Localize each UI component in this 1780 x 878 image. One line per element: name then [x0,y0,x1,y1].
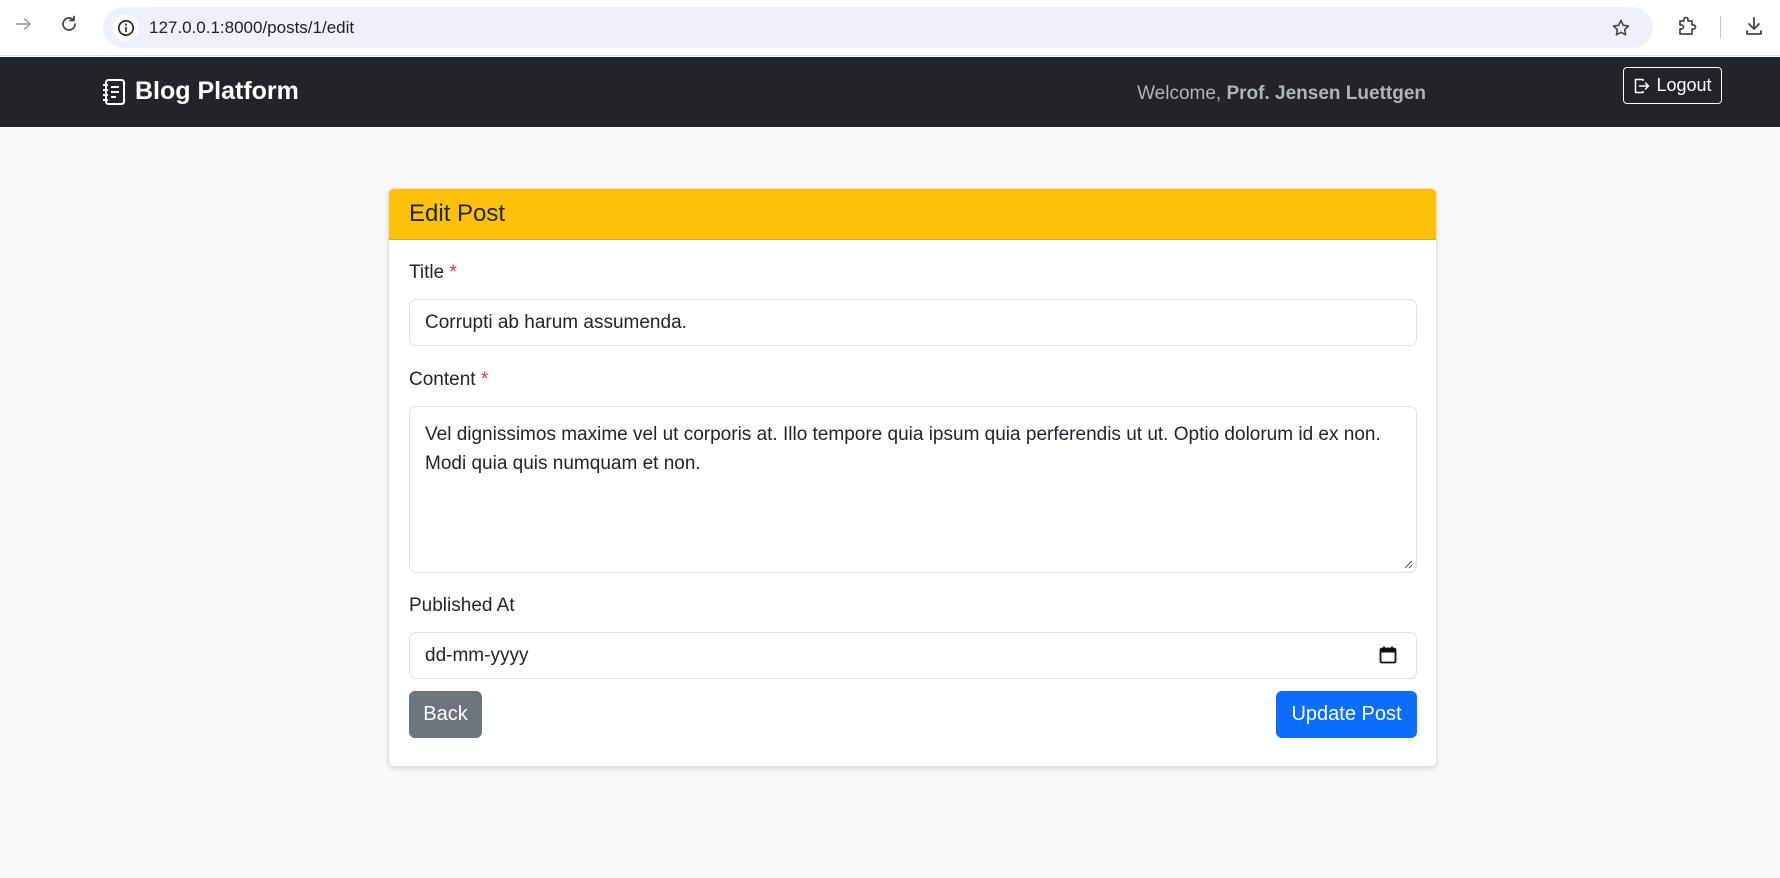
page-title: Edit Post [409,200,506,227]
content-textarea[interactable]: Vel dignissimos maxime vel ut corporis a… [409,406,1417,573]
reload-icon [62,15,76,31]
published-at-label: Published At [409,595,515,616]
brand-name: Blog Platform [135,77,299,105]
content-textarea-value: Vel dignissimos maxime vel ut corporis a… [425,424,1381,474]
welcome-prefix: Welcome, [1137,83,1227,104]
back-button[interactable]: Back [409,691,482,738]
toolbar-divider [1720,16,1721,38]
user-name: Prof. Jensen Luettgen [1226,83,1426,104]
browser-toolbar: 127.0.0.1:8000/posts/1/edit [0,0,1780,56]
downloads-button[interactable] [1742,14,1766,38]
title-label-text: Title [409,262,445,283]
bookmark-button[interactable] [1609,16,1633,40]
logout-label: Logout [1656,75,1712,95]
info-icon [118,20,134,36]
published-at-placeholder: dd-mm-yyyy [425,644,529,666]
published-at-input[interactable]: dd-mm-yyyy [409,632,1417,679]
update-post-button[interactable]: Update Post [1276,691,1417,738]
forward-button[interactable] [12,12,36,36]
title-label: Title * [409,262,457,284]
card-header: Edit Post [389,189,1436,240]
address-bar[interactable]: 127.0.0.1:8000/posts/1/edit [103,7,1653,48]
content-label: Content * [409,369,488,391]
star-icon [1612,19,1630,36]
brand-link[interactable]: Blog Platform [102,77,299,106]
resize-handle-icon[interactable] [1403,559,1413,569]
edit-post-card: Edit Post Title * Corrupti ab harum assu… [388,188,1437,767]
content-label-text: Content [409,369,476,390]
download-icon [1746,17,1762,35]
arrow-right-icon [16,18,31,30]
app-navbar: Blog Platform Welcome, Prof. Jensen Luet… [0,57,1780,127]
welcome-message: Welcome, Prof. Jensen Luettgen [1137,83,1426,105]
extensions-button[interactable] [1676,14,1700,38]
journal-text-icon [103,78,125,105]
logout-button[interactable]: Logout [1623,67,1722,104]
url-text: 127.0.0.1:8000/posts/1/edit [149,18,355,37]
calendar-icon[interactable] [1378,645,1398,665]
required-marker: * [449,262,457,283]
title-input-value: Corrupti ab harum assumenda. [425,311,687,333]
reload-button[interactable] [57,12,81,36]
box-arrow-right-icon [1635,78,1650,93]
site-info-button[interactable] [113,15,139,41]
title-input[interactable]: Corrupti ab harum assumenda. [409,299,1417,346]
puzzle-icon [1679,16,1697,35]
required-marker: * [480,369,489,390]
